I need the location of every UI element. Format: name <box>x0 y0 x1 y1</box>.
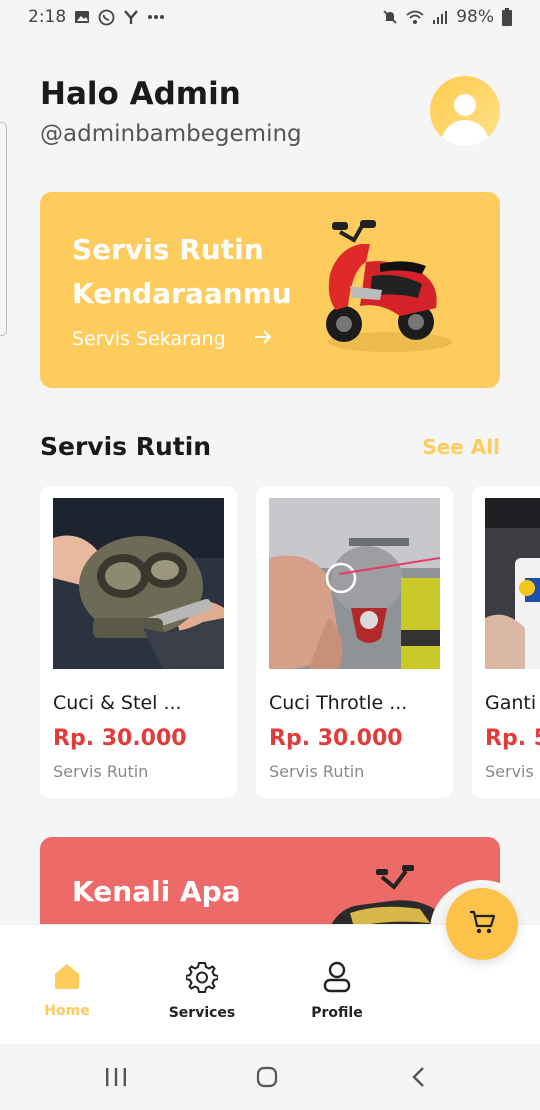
whatsapp-icon <box>98 9 115 26</box>
signal-icon <box>432 9 448 25</box>
service-card-list: Cuci & Stel ... Rp. 30.000 Servis Rutin … <box>40 486 540 798</box>
nav-home[interactable]: Home <box>12 961 122 1019</box>
card-category: Servis Rutin <box>53 762 149 781</box>
promo-title: Servis Rutin Kendaraanmu <box>72 233 292 310</box>
status-time: 2:18 <box>28 7 67 27</box>
system-nav <box>0 1044 540 1110</box>
carburetor-image <box>53 498 224 669</box>
back-icon[interactable] <box>410 1066 426 1092</box>
gear-icon <box>185 961 219 997</box>
card-title: Ganti <box>485 692 537 714</box>
promo-cta-label: Servis Sekarang <box>72 328 226 350</box>
arrow-right-icon <box>254 328 272 350</box>
home-button-icon[interactable] <box>256 1066 278 1092</box>
profile-icon <box>322 961 352 997</box>
service-card[interactable]: Cuci Throtle ... Rp. 30.000 Servis Rutin <box>256 486 453 798</box>
section-title: Servis Rutin <box>40 432 212 461</box>
promo-banner[interactable]: Servis Rutin Kendaraanmu Servis Sekarang <box>40 192 500 388</box>
cart-button[interactable] <box>446 888 518 960</box>
card-price: Rp. 30.000 <box>53 726 187 751</box>
card-price: Rp. 5 <box>485 726 540 751</box>
battery-icon <box>502 8 512 26</box>
username-label: @adminbambegeming <box>40 121 302 147</box>
status-bar: 2:18 98% <box>0 0 540 34</box>
cart-icon <box>468 908 496 940</box>
nav-profile[interactable]: Profile <box>282 961 392 1021</box>
wifi-icon <box>406 9 424 25</box>
image-icon <box>74 9 90 25</box>
greeting-title: Halo Admin <box>40 76 241 112</box>
card-price: Rp. 30.000 <box>269 726 403 751</box>
y-icon <box>123 9 139 25</box>
avatar[interactable] <box>430 76 500 146</box>
see-all-link[interactable]: See All <box>422 435 500 459</box>
servis-sekarang-button[interactable]: Servis Sekarang <box>72 328 272 350</box>
card-category: Servis Rutin <box>269 762 365 781</box>
more-icon <box>147 14 165 20</box>
service-card[interactable]: Cuci & Stel ... Rp. 30.000 Servis Rutin <box>40 486 237 798</box>
throttle-image <box>269 498 440 669</box>
edge-panel-handle[interactable] <box>0 122 7 336</box>
mute-icon <box>382 9 398 25</box>
oil-change-image <box>485 498 540 669</box>
recent-apps-icon[interactable] <box>104 1066 128 1092</box>
home-icon <box>52 961 82 995</box>
nav-home-label: Home <box>44 1003 90 1019</box>
card-title: Cuci & Stel ... <box>53 692 182 714</box>
service-card[interactable]: Ganti Rp. 5 Servis <box>472 486 540 798</box>
scooter-image <box>310 214 460 358</box>
info-banner-title: Kenali Apa <box>72 875 241 908</box>
nav-services[interactable]: Services <box>147 961 257 1021</box>
card-title: Cuci Throtle ... <box>269 692 408 714</box>
battery-percent: 98% <box>456 7 494 27</box>
nav-services-label: Services <box>168 1005 236 1021</box>
card-category: Servis <box>485 762 534 781</box>
nav-profile-label: Profile <box>311 1005 363 1021</box>
